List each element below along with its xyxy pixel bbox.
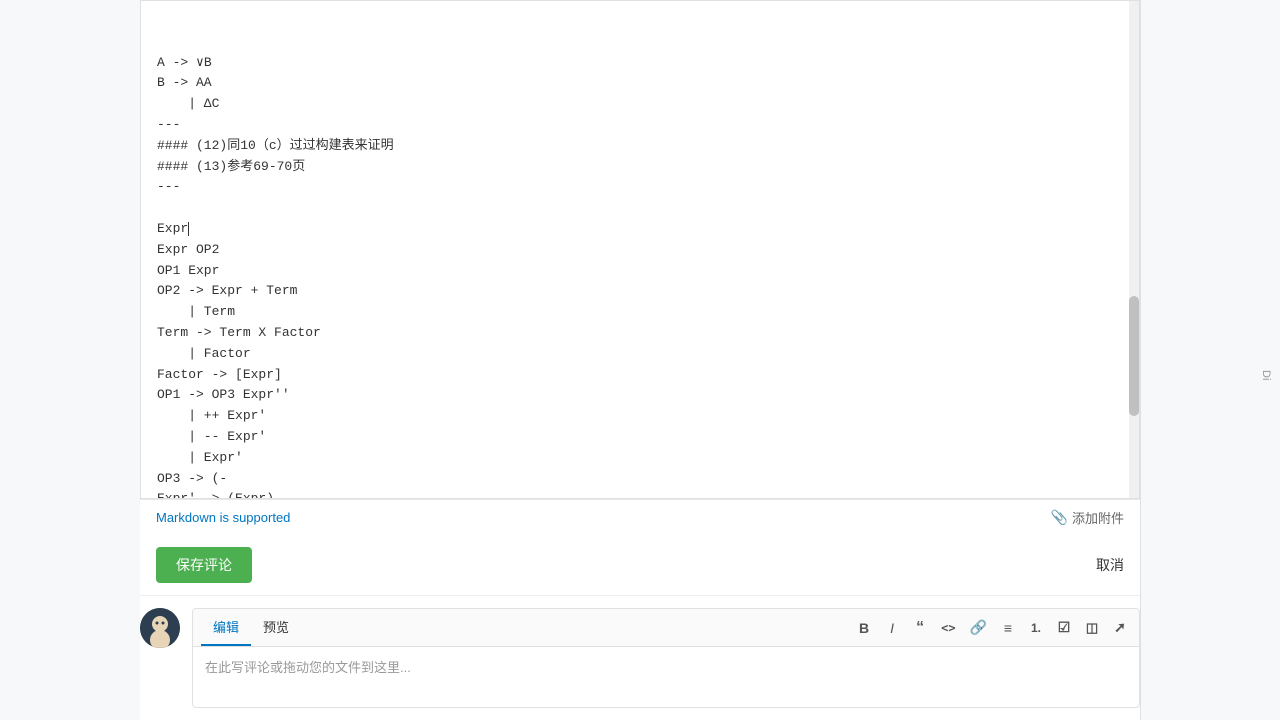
cancel-button[interactable]: 取消 <box>1096 555 1124 575</box>
comment-tabs: 编辑 预览 B I “ <> 🔗 <box>193 609 1139 647</box>
right-panel: Di <box>1140 0 1280 720</box>
editor-line <box>157 198 1123 219</box>
editor-line: --- <box>157 177 1123 198</box>
editor-line: #### (12)同10（c）过过构建表来证明 <box>157 136 1123 157</box>
bold-button[interactable]: B <box>853 618 875 638</box>
attach-icon: 📎 <box>1051 509 1068 526</box>
editor-line: Term -> Term X Factor <box>157 323 1123 344</box>
editor-line: OP1 Expr <box>157 261 1123 282</box>
save-cancel-row: 保存评论 取消 <box>140 535 1140 595</box>
editor-line: Expr <box>157 219 1123 240</box>
comment-placeholder: 在此写评论或拖动您的文件到这里... <box>205 660 411 675</box>
markdown-hint-link[interactable]: Markdown is supported <box>156 510 290 525</box>
editor-line: Factor -> [Expr] <box>157 365 1123 386</box>
comment-editor[interactable]: 编辑 预览 B I “ <> 🔗 <box>192 608 1140 708</box>
editor-line: OP2 -> Expr + Term <box>157 281 1123 302</box>
avatar <box>140 608 180 648</box>
new-comment-area: 编辑 预览 B I “ <> 🔗 <box>140 596 1140 720</box>
editor-area[interactable]: A -> ∨BB -> AA | ΔC---#### (12)同10（c）过过构… <box>140 0 1140 499</box>
editor-line: OP1 -> OP3 Expr'' <box>157 385 1123 406</box>
link-button[interactable]: 🔗 <box>966 617 991 638</box>
task-list-button[interactable]: ☑ <box>1053 617 1075 638</box>
tab-left: 编辑 预览 <box>201 609 301 646</box>
right-panel-label: Di <box>1260 370 1272 380</box>
attach-label: 添加附件 <box>1072 508 1124 527</box>
editor-line: | -- Expr' <box>157 427 1123 448</box>
ul-icon: ≡ <box>1004 620 1012 636</box>
tab-edit[interactable]: 编辑 <box>201 609 251 646</box>
code-icon: <> <box>941 621 955 635</box>
fullscreen-button[interactable]: ➚ <box>1109 617 1131 638</box>
editor-line: Expr' -> (Expr) <box>157 489 1123 499</box>
editor-line: OP3 -> (- <box>157 469 1123 490</box>
task-icon: ☑ <box>1058 619 1071 636</box>
editor-line: | Factor <box>157 344 1123 365</box>
editor-line: #### (13)参考69-70页 <box>157 157 1123 178</box>
text-cursor <box>188 222 189 236</box>
editor-line: | ++ Expr' <box>157 406 1123 427</box>
action-bar: Markdown is supported 📎 添加附件 <box>140 499 1140 535</box>
main-container: A -> ∨BB -> AA | ΔC---#### (12)同10（c）过过构… <box>0 0 1280 720</box>
attach-button[interactable]: 📎 添加附件 <box>1051 508 1124 527</box>
ol-icon: 1. <box>1031 621 1041 635</box>
tab-preview[interactable]: 预览 <box>251 609 301 646</box>
tab-toolbar: B I “ <> 🔗 ≡ <box>853 617 1131 639</box>
quote-button[interactable]: “ <box>909 617 931 639</box>
editor-line: | Expr' <box>157 448 1123 469</box>
save-button[interactable]: 保存评论 <box>156 547 252 583</box>
comment-input-area[interactable]: 在此写评论或拖动您的文件到这里... <box>193 647 1139 707</box>
italic-button[interactable]: I <box>881 618 903 638</box>
editor-line: A -> ∨B <box>157 53 1123 74</box>
quote-icon: “ <box>916 619 924 637</box>
scrollbar-thumb[interactable] <box>1129 296 1139 416</box>
editor-line: Expr OP2 <box>157 240 1123 261</box>
table-button[interactable]: ◫ <box>1081 618 1103 638</box>
table-icon: ◫ <box>1086 620 1098 636</box>
ordered-list-button[interactable]: 1. <box>1025 619 1047 637</box>
fullscreen-icon: ➚ <box>1114 619 1126 636</box>
left-panel <box>0 0 140 720</box>
link-icon: 🔗 <box>970 619 987 636</box>
editor-content[interactable]: A -> ∨BB -> AA | ΔC---#### (12)同10（c）过过构… <box>141 1 1139 499</box>
code-button[interactable]: <> <box>937 619 959 637</box>
editor-line: --- <box>157 115 1123 136</box>
editor-line: | ΔC <box>157 94 1123 115</box>
editor-line: | Term <box>157 302 1123 323</box>
unordered-list-button[interactable]: ≡ <box>997 618 1019 638</box>
scrollbar-track[interactable] <box>1129 1 1139 498</box>
editor-line: B -> AA <box>157 73 1123 94</box>
